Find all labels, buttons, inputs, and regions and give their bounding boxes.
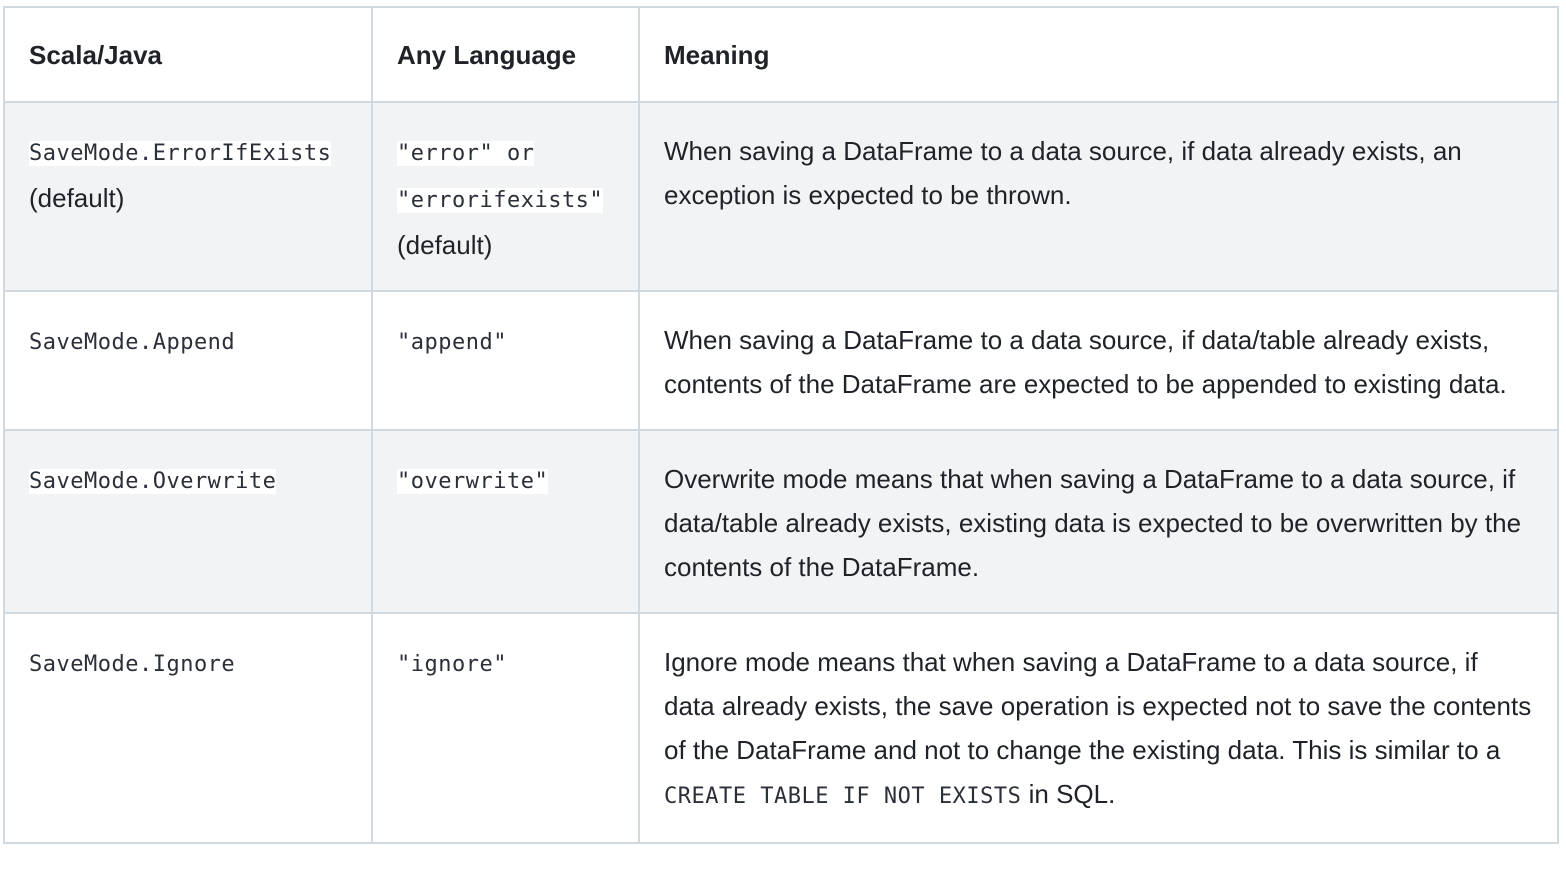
save-mode-code: SaveMode.Ignore <box>29 652 236 677</box>
table-row: SaveMode.Append "append" When saving a D… <box>3 290 1559 431</box>
column-header-scala-java: Scala/Java <box>3 6 373 103</box>
meaning-cell: Ignore mode means that when saving a Dat… <box>638 612 1559 844</box>
save-mode-code: SaveMode.Overwrite <box>29 469 277 494</box>
meaning-text: When saving a DataFrame to a data source… <box>664 325 1507 399</box>
meaning-text: When saving a DataFrame to a data source… <box>664 136 1462 210</box>
column-header-any-language: Any Language <box>371 6 640 103</box>
table-row: SaveMode.Overwrite "overwrite" Overwrite… <box>3 429 1559 614</box>
save-mode-code: SaveMode.ErrorIfExists <box>29 141 332 166</box>
mode-string-code-alt: "errorifexists" <box>397 188 604 213</box>
meaning-suffix: in SQL. <box>1028 779 1116 809</box>
meaning-text: Ignore mode means that when saving a Dat… <box>664 647 1532 765</box>
meaning-text: Overwrite mode means that when saving a … <box>664 464 1522 582</box>
mode-string-code: "ignore" <box>397 652 507 677</box>
mode-string-code: "overwrite" <box>397 469 549 494</box>
default-note: (default) <box>29 183 125 213</box>
table-header-row: Scala/Java Any Language Meaning <box>3 6 1559 103</box>
column-header-meaning: Meaning <box>638 6 1559 103</box>
save-mode-code: SaveMode.Append <box>29 330 236 355</box>
meaning-cell: When saving a DataFrame to a data source… <box>638 101 1559 292</box>
meaning-cell: When saving a DataFrame to a data source… <box>638 290 1559 431</box>
meaning-cell: Overwrite mode means that when saving a … <box>638 429 1559 614</box>
mode-string-code: "error" or <box>397 141 535 166</box>
scala-java-cell: SaveMode.Append <box>3 290 373 431</box>
table-row: SaveMode.ErrorIfExists (default) "error"… <box>3 101 1559 292</box>
any-language-cell: "ignore" <box>371 612 640 844</box>
scala-java-cell: SaveMode.Overwrite <box>3 429 373 614</box>
save-modes-table: Scala/Java Any Language Meaning SaveMode… <box>3 6 1559 844</box>
scala-java-cell: SaveMode.Ignore <box>3 612 373 844</box>
scala-java-cell: SaveMode.ErrorIfExists (default) <box>3 101 373 292</box>
any-language-cell: "overwrite" <box>371 429 640 614</box>
default-note: (default) <box>397 230 493 260</box>
any-language-cell: "error" or "errorifexists" (default) <box>371 101 640 292</box>
mode-string-code: "append" <box>397 330 507 355</box>
table-row: SaveMode.Ignore "ignore" Ignore mode mea… <box>3 612 1559 844</box>
sql-code: CREATE TABLE IF NOT EXISTS <box>664 784 1022 809</box>
any-language-cell: "append" <box>371 290 640 431</box>
